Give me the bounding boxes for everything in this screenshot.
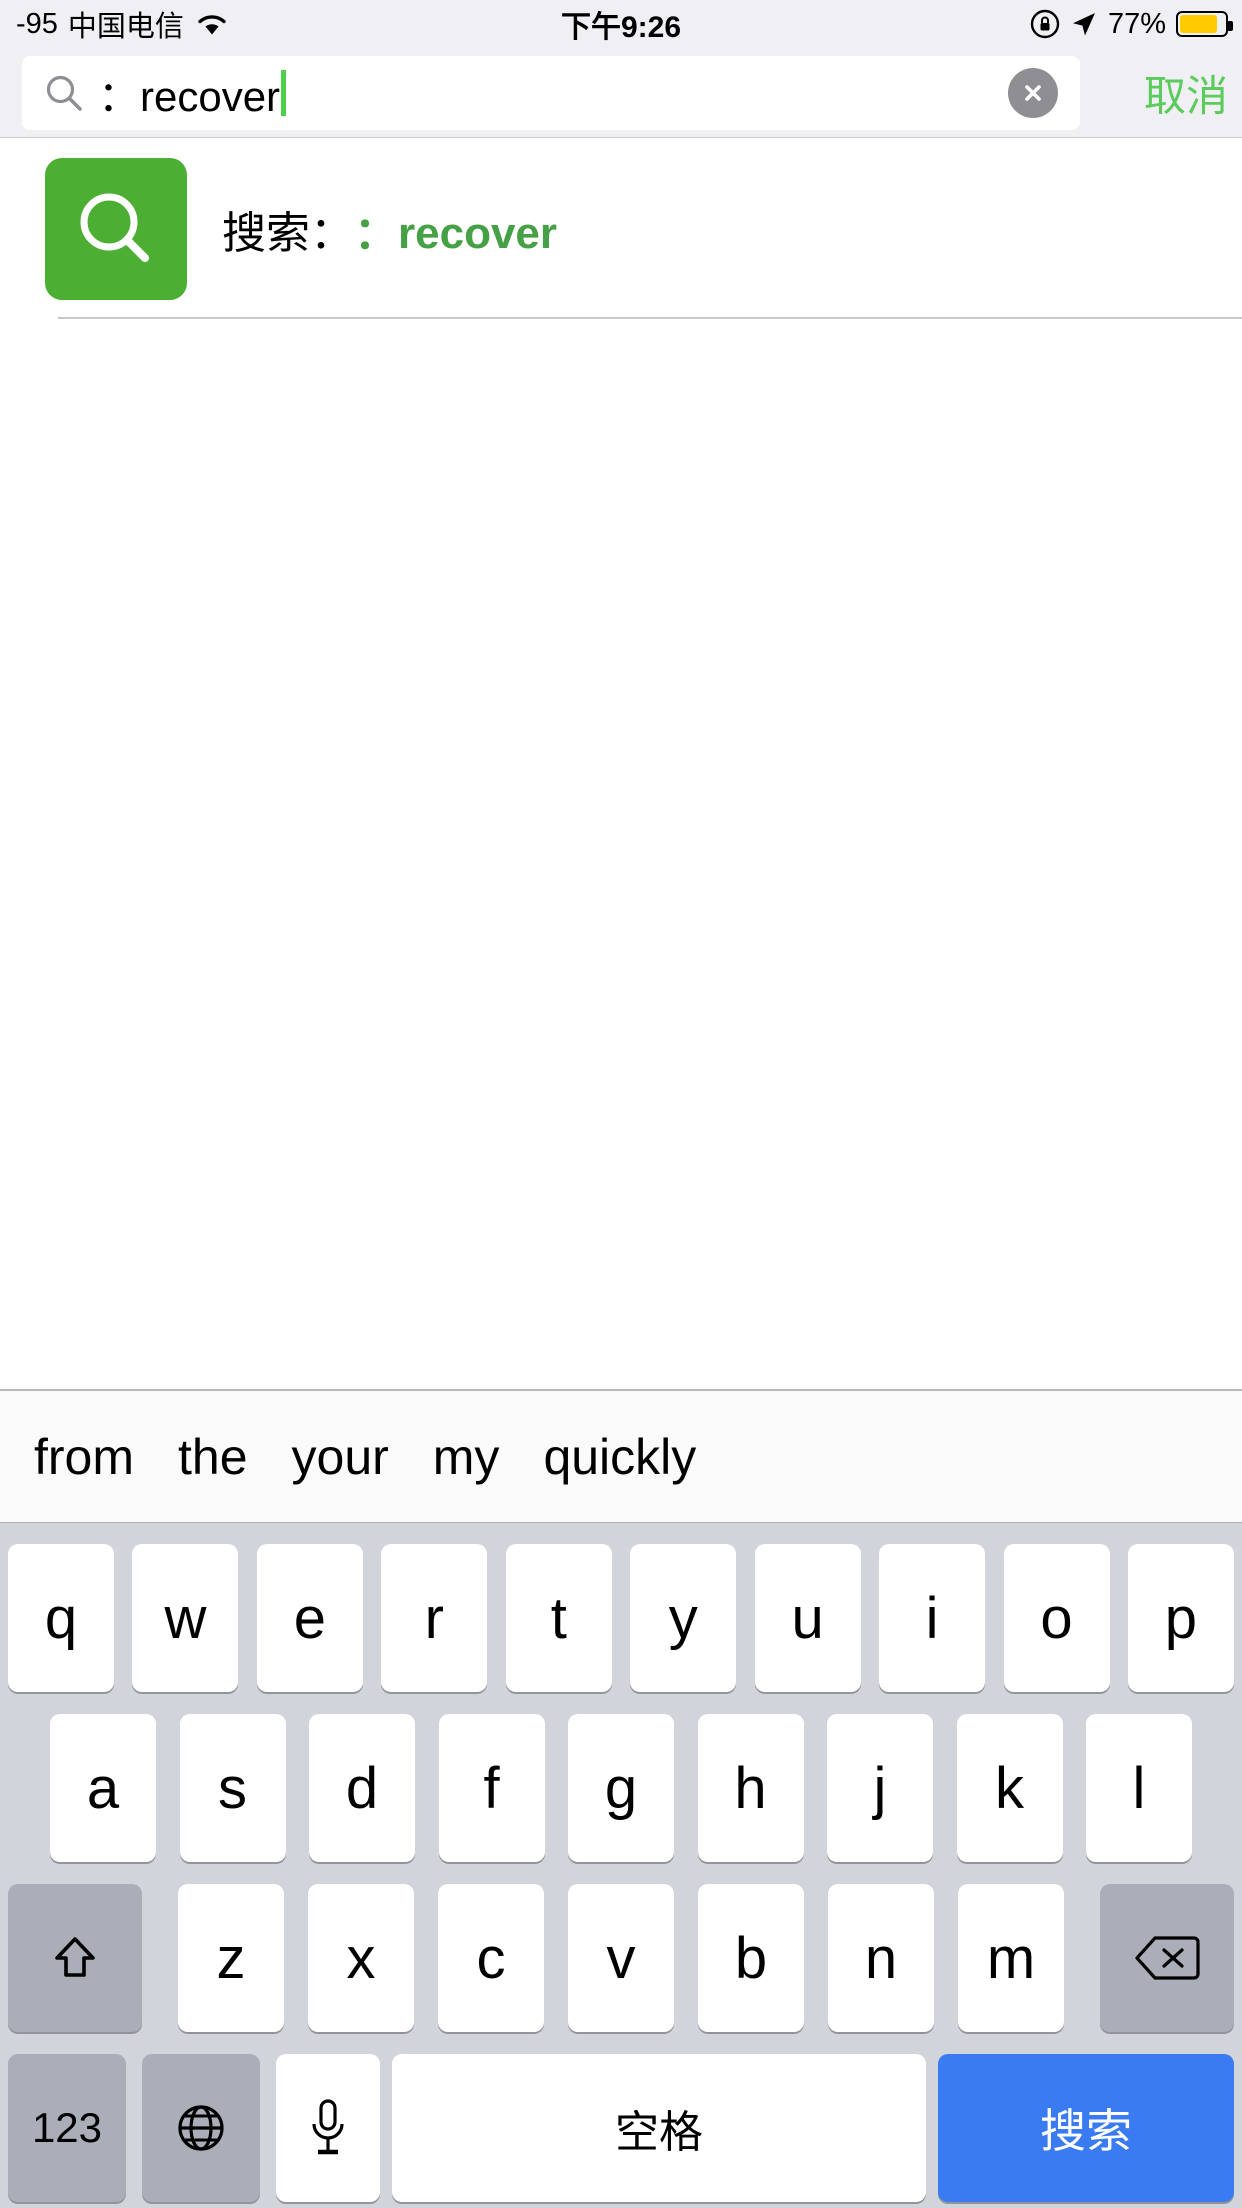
status-bar-right: 77% [1030,7,1233,41]
globe-language-key[interactable] [142,2054,260,2202]
row-separator [58,317,1242,319]
rotation-lock-icon [1030,9,1060,39]
keyboard-row-4-left: 123 [8,2054,380,2202]
phone-screen: -95 中国电信 下午9:26 77% ：recover 取消 搜索： ：rec… [0,0,1242,2208]
keyboard-suggestion-bar: from the your my quickly [0,1389,1242,1522]
suggestion-0[interactable]: from [12,1428,156,1486]
key-v[interactable]: v [568,1884,674,2032]
key-x[interactable]: x [308,1884,414,2032]
key-i[interactable]: i [879,1544,986,1692]
search-suggestion-label: 搜索： ：recover [222,197,557,261]
key-c[interactable]: c [438,1884,544,2032]
battery-fill [1180,15,1217,33]
key-l[interactable]: l [1086,1714,1192,1862]
key-p[interactable]: p [1127,1544,1234,1692]
search-suggestion-prefix: 搜索： [222,209,354,258]
key-b[interactable]: b [698,1884,804,2032]
key-w[interactable]: w [132,1544,239,1692]
numbers-key[interactable]: 123 [8,2054,126,2202]
search-input-text: ：recover [98,72,281,120]
shift-up-arrow-icon [48,1931,102,1985]
suggestion-4[interactable]: quickly [521,1428,718,1486]
suggestion-2[interactable]: your [270,1428,411,1486]
dictation-key[interactable] [276,2054,380,2202]
key-r[interactable]: r [381,1544,488,1692]
clear-search-button[interactable] [1008,68,1058,118]
battery-percent-text: 77% [1107,7,1166,40]
location-arrow-icon [1070,10,1098,38]
globe-language-icon [174,2101,228,2155]
key-q[interactable]: q [8,1544,114,1692]
key-d[interactable]: d [309,1714,415,1862]
keyboard-row-3: z x c v b n m [0,1883,1242,2033]
search-submit-key[interactable]: 搜索 [938,2054,1234,2202]
key-e[interactable]: e [256,1544,363,1692]
status-bar: -95 中国电信 下午9:26 77% [0,0,1242,48]
search-input-value: ：recover [98,63,287,124]
suggestion-1[interactable]: the [156,1428,270,1486]
key-n[interactable]: n [828,1884,934,2032]
keyboard-row-3-letters: z x c v b n m [178,1884,1064,2032]
suggestion-3[interactable]: my [411,1428,522,1486]
search-results-list: 搜索： ：recover [0,139,1242,820]
shift-key[interactable] [8,1884,142,2032]
keyboard-row-2: a s d f g h j k l [0,1713,1242,1863]
search-suggestion-row[interactable]: 搜索： ：recover [0,139,1242,319]
key-z[interactable]: z [178,1884,284,2032]
text-caret [281,70,287,116]
cancel-button[interactable]: 取消 [1144,62,1228,123]
key-j[interactable]: j [827,1714,933,1862]
key-y[interactable]: y [630,1544,737,1692]
on-screen-keyboard: q w e r t y u i o p a s d f g h j k l z … [0,1522,1242,2208]
battery-nub [1228,21,1233,31]
battery-icon [1176,11,1233,37]
key-s[interactable]: s [179,1714,286,1862]
search-input[interactable]: ：recover [22,56,1080,130]
key-f[interactable]: f [438,1714,545,1862]
key-h[interactable]: h [697,1714,804,1862]
key-m[interactable]: m [958,1884,1064,2032]
search-icon [44,73,84,113]
backspace-delete-icon [1134,1934,1200,1982]
key-a[interactable]: a [50,1714,156,1862]
key-k[interactable]: k [956,1714,1063,1862]
search-suggestion-query: ：recover [354,209,558,258]
delete-key[interactable] [1100,1884,1234,2032]
key-o[interactable]: o [1003,1544,1110,1692]
key-g[interactable]: g [568,1714,674,1862]
microphone-icon [306,2097,350,2159]
keyboard-row-4: 123 空格 搜索 [0,2053,1242,2203]
key-u[interactable]: u [754,1544,861,1692]
search-bar: ：recover 取消 [0,48,1242,138]
search-icon [45,158,187,300]
keyboard-row-1: q w e r t y u i o p [0,1543,1242,1693]
key-t[interactable]: t [505,1544,612,1692]
space-key[interactable]: 空格 [392,2054,926,2202]
